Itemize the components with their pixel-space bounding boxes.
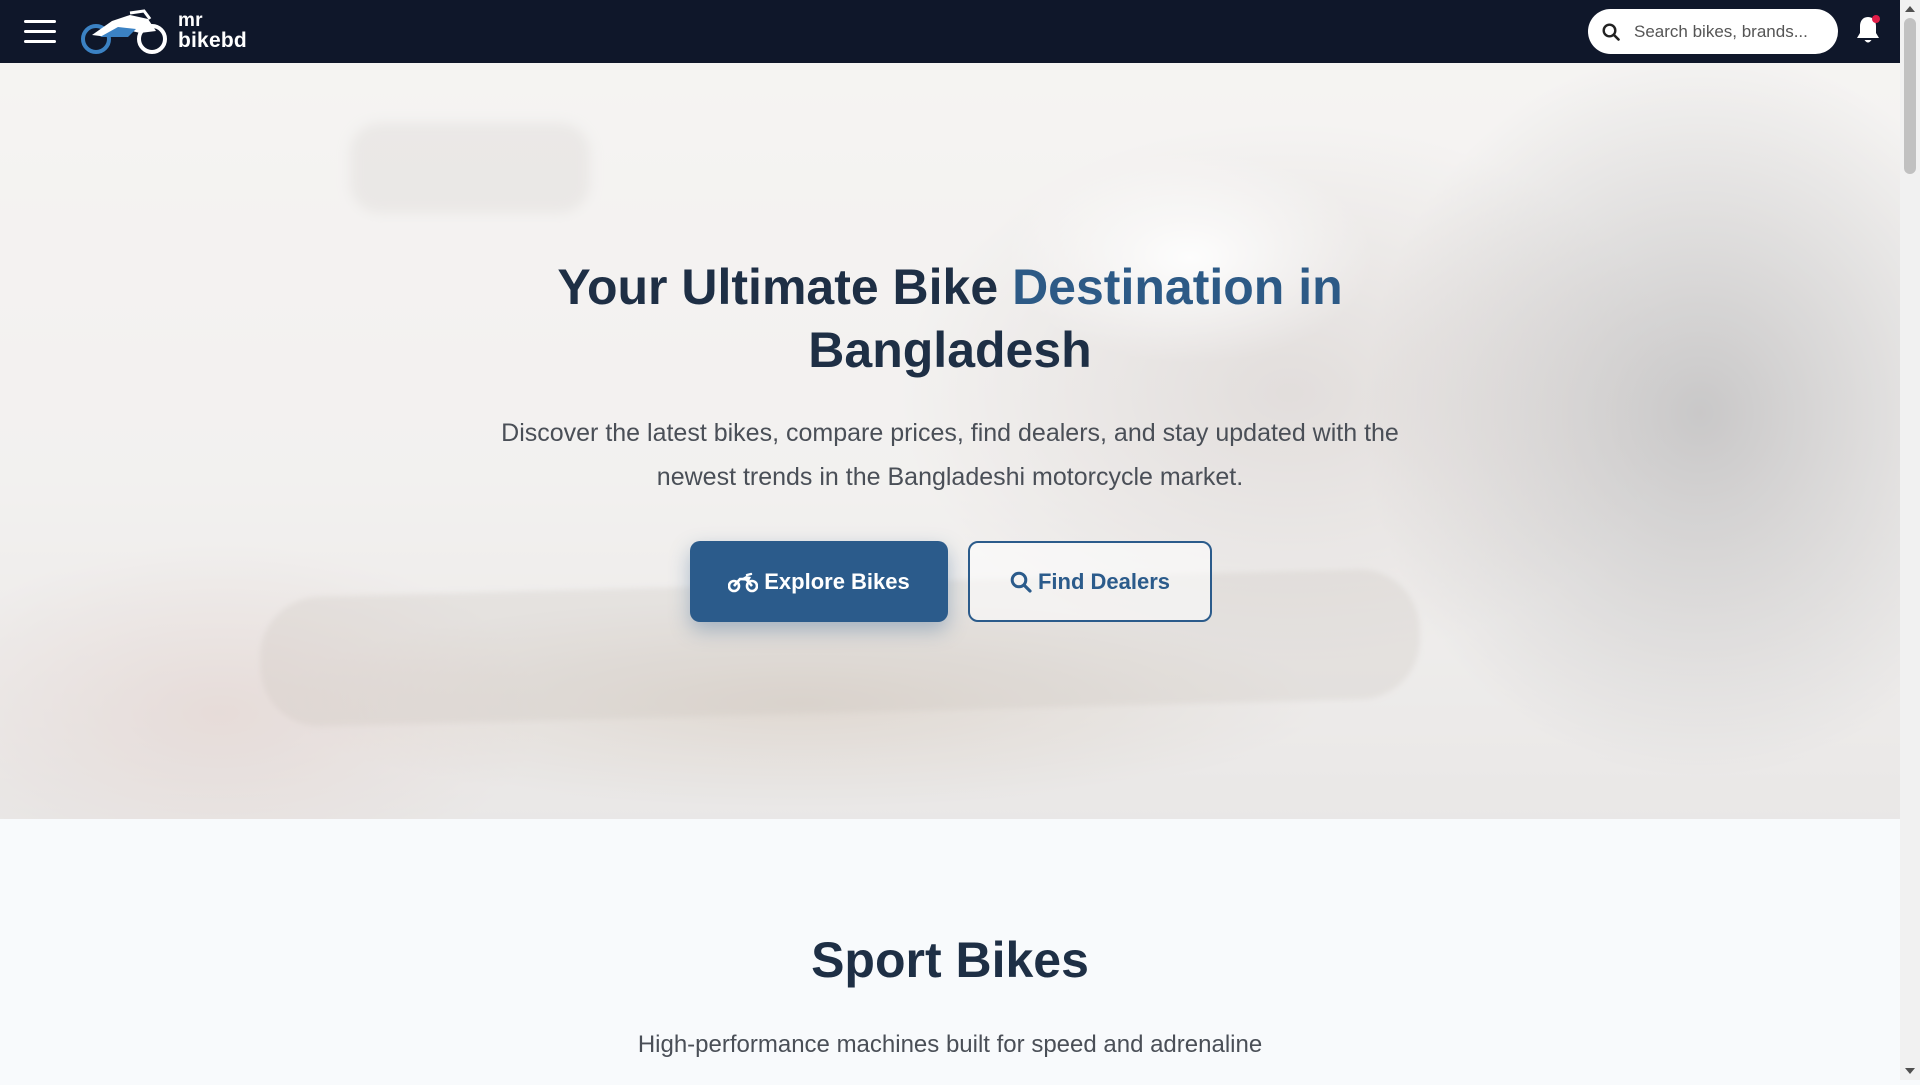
section-title: Sport Bikes xyxy=(811,932,1089,988)
hero-title-part3: Bangladesh xyxy=(808,322,1092,378)
logo-wordmark: mr bikebd xyxy=(178,10,247,52)
find-dealers-label: Find Dealers xyxy=(1037,568,1171,594)
motorcycle-logo-icon xyxy=(81,9,167,54)
explore-bikes-label: Explore Bikes xyxy=(764,568,910,594)
hero-title-part1: Your Ultimate Bike xyxy=(557,259,1013,315)
hero-title-accent: Destination in xyxy=(1012,259,1343,315)
scrollbar-thumb[interactable] xyxy=(1904,18,1916,174)
notification-dot xyxy=(1872,15,1880,23)
motorcycle-icon xyxy=(728,572,759,592)
sport-bikes-section: Sport Bikes High-performance machines bu… xyxy=(0,819,1900,1080)
site-logo[interactable]: mr bikebd xyxy=(78,6,247,56)
hamburger-menu-icon[interactable] xyxy=(24,20,56,44)
hero-subtitle: Discover the latest bikes, compare price… xyxy=(501,419,1399,491)
top-navbar: mr bikebd xyxy=(0,0,1900,63)
search-icon xyxy=(1602,22,1620,41)
page: mr bikebd Your Ultimate Bike Des xyxy=(0,0,1900,1080)
section-subtitle: High-performance machines built for spee… xyxy=(637,1031,1263,1058)
vertical-scrollbar[interactable] xyxy=(1900,0,1920,1080)
find-dealers-button[interactable]: Find Dealers xyxy=(968,541,1212,622)
scroll-down-arrow-icon[interactable] xyxy=(1900,1062,1920,1080)
explore-bikes-button[interactable]: Explore Bikes xyxy=(690,541,948,622)
search-icon xyxy=(1010,571,1032,593)
hero-section: Your Ultimate Bike Destination in Bangla… xyxy=(0,63,1900,819)
scroll-up-arrow-icon[interactable] xyxy=(1900,0,1920,18)
search-input[interactable] xyxy=(1632,20,1826,43)
hero-title: Your Ultimate Bike Destination in Bangla… xyxy=(450,256,1450,382)
search-box[interactable] xyxy=(1588,9,1838,54)
notification-bell-icon[interactable] xyxy=(1854,14,1882,46)
